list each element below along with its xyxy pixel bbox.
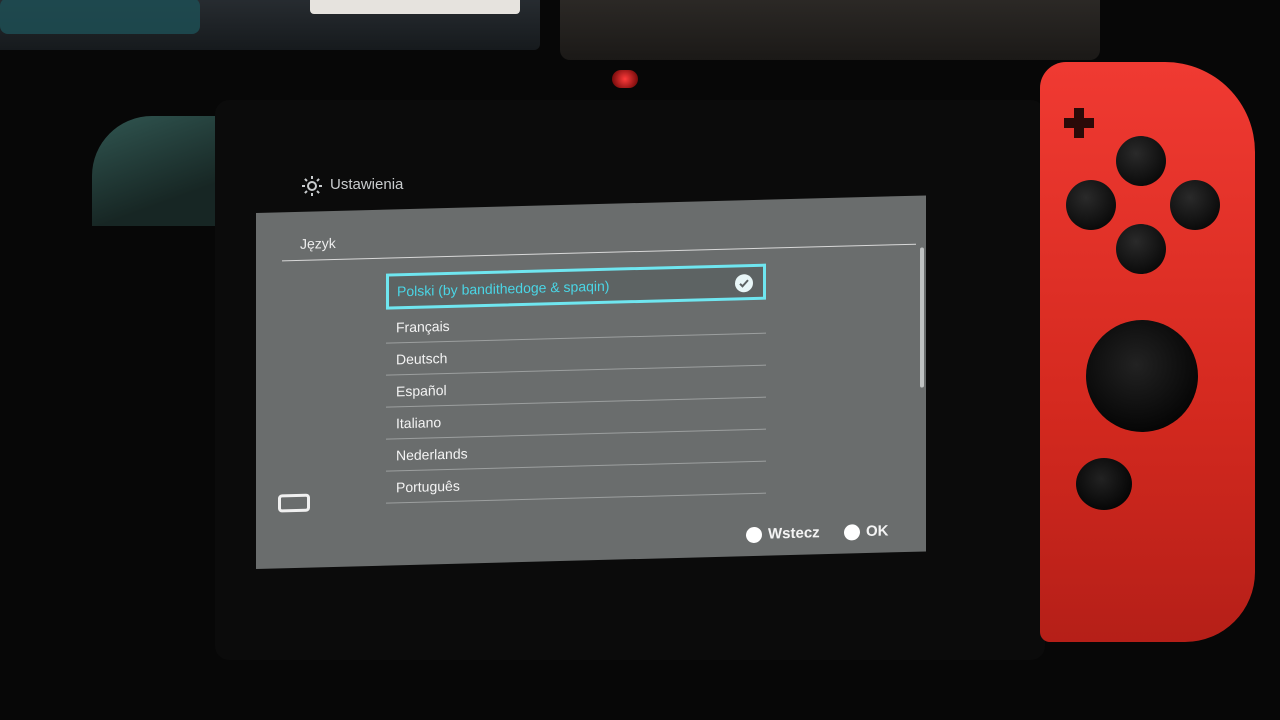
language-label: Français [396,317,450,336]
red-led-light [612,70,638,88]
ok-button[interactable]: OK [844,522,889,541]
scrollbar[interactable] [920,247,924,388]
footer-controls: Wstecz OK [746,521,946,554]
b-button [1116,224,1166,274]
language-label: Español [396,382,447,400]
language-label: Nederlands [396,445,468,464]
language-label: Português [396,477,460,496]
handheld-mode-icon [278,493,310,513]
settings-title: Ustawienia [330,176,404,193]
back-button[interactable]: Wstecz [746,524,820,543]
language-dialog: Język Polski (by bandithedoge & spaqin) … [256,195,926,569]
language-label: Italiano [396,414,442,432]
a-button [1170,180,1220,230]
x-button [1116,136,1166,186]
home-button [1076,458,1132,510]
gear-icon [302,176,322,196]
background-monitor-right [560,0,1100,60]
language-heading: Język [300,234,336,252]
right-joycon [1040,62,1255,642]
b-button-icon [746,526,762,543]
back-label: Wstecz [768,524,820,543]
header-divider [282,243,916,262]
language-list: Polski (by bandithedoge & spaqin) França… [386,263,766,504]
plus-button-icon [1062,106,1096,140]
ok-label: OK [866,522,889,541]
y-button [1066,180,1116,230]
monitor-glow [0,0,200,34]
language-label: Polski (by bandithedoge & spaqin) [397,277,610,300]
background-monitor-left [0,0,540,50]
left-joycon [92,116,232,226]
right-analog-stick [1086,320,1198,432]
a-button-icon [844,523,860,541]
settings-header: Ustawienia [300,168,600,204]
check-icon [735,273,753,293]
language-label: Deutsch [396,349,448,368]
monitor-bright-panel [310,0,520,14]
